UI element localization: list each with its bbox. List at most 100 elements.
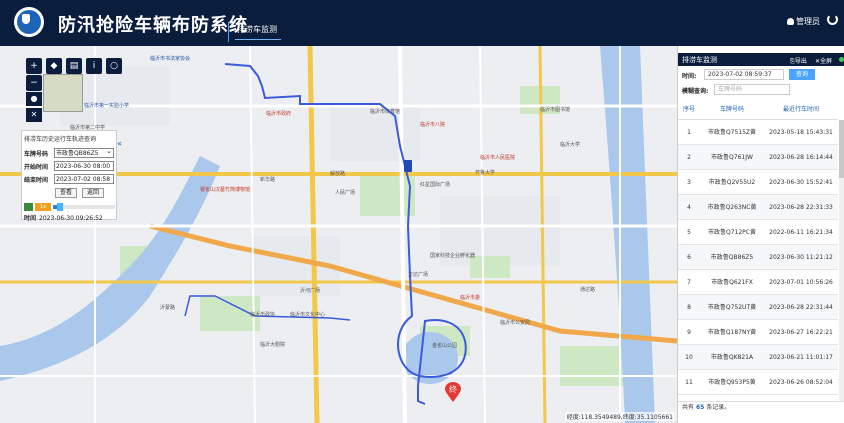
table-header: 序号 车牌号码 最近行车时间 xyxy=(678,98,838,120)
map-view[interactable]: 临沂市书法家协会 临沂市政府 临沂市体育馆 临沂市八院 沂河广场 万达广场 临沂… xyxy=(0,46,677,423)
cell-plate: 市政鲁QK821A xyxy=(710,353,754,361)
plate-select[interactable]: 市政鲁QB86Z5 xyxy=(54,148,114,158)
monitor-panel: 排涝车监测 ⎘导出 ✕全屏 时间: 2023-07-02 08:59:37 查询… xyxy=(677,46,844,423)
cell-time: 2023-06-21 11:01:17 xyxy=(769,353,833,361)
map-label: 齐鲁大学 xyxy=(475,170,496,176)
table-row[interactable]: 8 市政鲁Q752UT黄 2023-06-28 22:31:44 xyxy=(678,295,838,320)
logo-icon xyxy=(14,7,44,37)
search-icon[interactable]: ○ xyxy=(106,58,122,74)
playback-time: 时间 2023-06-30 09:26:52 xyxy=(24,213,103,222)
record-count-suffix: 条记录。 xyxy=(706,404,731,411)
tab-drainage-monitor[interactable]: 排涝车监测 xyxy=(228,22,285,42)
query-button[interactable]: 查询 xyxy=(789,69,815,80)
app-root: 防汛抢险车辆布防系统 排涝车监测 管理员 临沂市书法家协会 临沂市政府 临沂市体… xyxy=(0,0,844,423)
user-menu[interactable]: 管理员 xyxy=(787,16,820,27)
fuzzy-search-label: 模糊查询: xyxy=(682,88,709,95)
map-label: 临沂市第一实验小学 xyxy=(84,103,130,109)
track-panel-title: 排涝车历史运行车轨迹查询 xyxy=(24,136,97,143)
user-icon xyxy=(787,18,794,25)
cell-index: 7 xyxy=(687,278,691,286)
fuzzy-search-input[interactable]: 车牌号码 xyxy=(714,84,790,95)
cell-index: 2 xyxy=(687,153,691,161)
cell-time: 2023-05-18 15:43:31 xyxy=(769,128,833,136)
cell-index: 8 xyxy=(687,303,691,311)
map-label: 国家科技企业孵化器 xyxy=(430,253,476,259)
start-time-input[interactable]: 2023-06-30 08:00 xyxy=(54,161,114,171)
cell-index: 1 xyxy=(687,128,691,136)
time-value: 2023-06-30 09:26:52 xyxy=(39,215,103,222)
table-row[interactable]: 6 市政鲁QB86Z5 2023-06-30 11:21:12 xyxy=(678,245,838,270)
export-button[interactable]: ⎘导出 xyxy=(790,56,807,66)
map-label: 金雀山公园 xyxy=(432,343,458,349)
back-button[interactable]: 返回 xyxy=(82,188,104,198)
table-row[interactable]: 11 市政鲁Q953P5黄 2023-06-26 08:52:04 xyxy=(678,370,838,395)
start-time-label: 开始时间 xyxy=(24,164,49,171)
map-label: 人民广场 xyxy=(335,190,356,196)
vehicle-table: 序号 车牌号码 最近行车时间 1 市政鲁Q7515Z黄 2023-05-18 15:… xyxy=(678,98,838,395)
view-button[interactable]: 查看 xyxy=(55,188,77,198)
panel-header: 排涝车监测 ⎘导出 ✕全屏 xyxy=(678,53,844,66)
progress-handle[interactable] xyxy=(56,203,63,211)
map-label: 临沂市政协 xyxy=(250,312,276,318)
cell-time: 2023-07-01 10:56:26 xyxy=(769,278,833,286)
collapse-icon[interactable]: « xyxy=(117,139,122,148)
end-time-input[interactable]: 2023-07-02 08:58 xyxy=(54,174,114,184)
info-icon[interactable]: i xyxy=(86,58,102,74)
cell-time: 2023-06-28 16:14:44 xyxy=(769,153,833,161)
cell-index: 11 xyxy=(685,378,693,386)
cell-plate: 市政鲁Q187NY黄 xyxy=(707,328,757,336)
map-label: 临沂市委 xyxy=(460,295,481,301)
map-label: 临沂市八院 xyxy=(420,122,446,128)
map-label: 红星国际广场 xyxy=(420,182,451,188)
fullscreen-button[interactable]: ✕全屏 xyxy=(815,56,832,65)
playback-progress[interactable] xyxy=(53,203,115,211)
cell-index: 6 xyxy=(687,253,691,261)
table-scrollbar[interactable] xyxy=(839,120,844,407)
cell-time: 2023-06-30 11:21:12 xyxy=(769,253,833,261)
export-label: 导出 xyxy=(794,58,807,65)
logout-icon[interactable] xyxy=(827,14,838,25)
map-label: 解放路 xyxy=(330,171,346,177)
end-time-label: 结束时间 xyxy=(24,177,49,184)
map-label: 临沂市公安局 xyxy=(500,320,531,326)
cell-time: 2023-06-30 15:52:41 xyxy=(769,178,833,186)
cell-time: 2023-06-27 16:22:21 xyxy=(769,328,833,336)
table-row[interactable]: 9 市政鲁Q187NY黄 2023-06-27 16:22:21 xyxy=(678,320,838,345)
table-row[interactable]: 10 市政鲁QK821A 2023-06-21 11:01:17 xyxy=(678,345,838,370)
map-label: 临沂大学 xyxy=(560,142,581,148)
table-row[interactable]: 3 市政鲁Q2V55U2 2023-06-30 15:52:41 xyxy=(678,170,838,195)
table-row[interactable]: 4 市政鲁Q263NC黄 2023-06-28 22:31:33 xyxy=(678,195,838,220)
table-row[interactable]: 7 市政鲁Q621FX 2023-07-01 10:56:26 xyxy=(678,270,838,295)
cell-index: 9 xyxy=(687,328,691,336)
speed-button[interactable]: 1x xyxy=(35,203,51,211)
column-header-index: 序号 xyxy=(682,106,695,113)
minimap[interactable] xyxy=(43,74,83,112)
track-query-panel: 排涝车历史运行车轨迹查询 « 车牌号码 市政鲁QB86Z5 开始时间 2023-… xyxy=(21,130,122,222)
map-label: 银雀山汉墓竹简博物馆 xyxy=(200,187,251,193)
record-count: 共有 65 条记录。 xyxy=(678,401,844,414)
record-count-prefix: 共有 xyxy=(682,404,695,411)
locate-icon[interactable]: ● xyxy=(26,92,42,106)
cell-time: 2023-06-26 08:52:04 xyxy=(769,378,833,386)
zoom-in-button[interactable]: + xyxy=(26,58,42,74)
cell-plate: 市政鲁Q712PC黄 xyxy=(708,228,756,236)
plate-select-value: 市政鲁QB86Z5 xyxy=(56,150,99,157)
cell-time: 2023-06-28 22:31:44 xyxy=(769,303,833,311)
print-icon[interactable]: ▤ xyxy=(66,58,82,74)
tag-icon[interactable]: ◆ xyxy=(46,58,62,74)
end-marker-icon[interactable]: 终 xyxy=(444,382,462,402)
cell-index: 5 xyxy=(687,228,691,236)
time-filter-input[interactable]: 2023-07-02 08:59:37 xyxy=(704,69,784,80)
zoom-out-button[interactable]: − xyxy=(26,75,42,91)
scrollbar-thumb[interactable] xyxy=(839,120,844,178)
map-label: 临沂市政府 xyxy=(266,111,292,117)
app-header: 防汛抢险车辆布防系统 排涝车监测 管理员 xyxy=(0,0,844,46)
table-row[interactable]: 2 市政鲁Q761JW 2023-06-28 16:14:44 xyxy=(678,145,838,170)
table-row[interactable]: 5 市政鲁Q712PC黄 2022-06-11 16:21:34 xyxy=(678,220,838,245)
cell-plate: 市政鲁Q621FX xyxy=(711,278,753,286)
map-label: 临沂市人民医院 xyxy=(480,155,516,161)
table-row[interactable]: 1 市政鲁Q7515Z黄 2023-05-18 15:43:31 xyxy=(678,120,838,145)
play-icon[interactable] xyxy=(24,203,33,211)
cell-index: 3 xyxy=(687,178,691,186)
close-icon[interactable]: ✕ xyxy=(26,108,42,122)
